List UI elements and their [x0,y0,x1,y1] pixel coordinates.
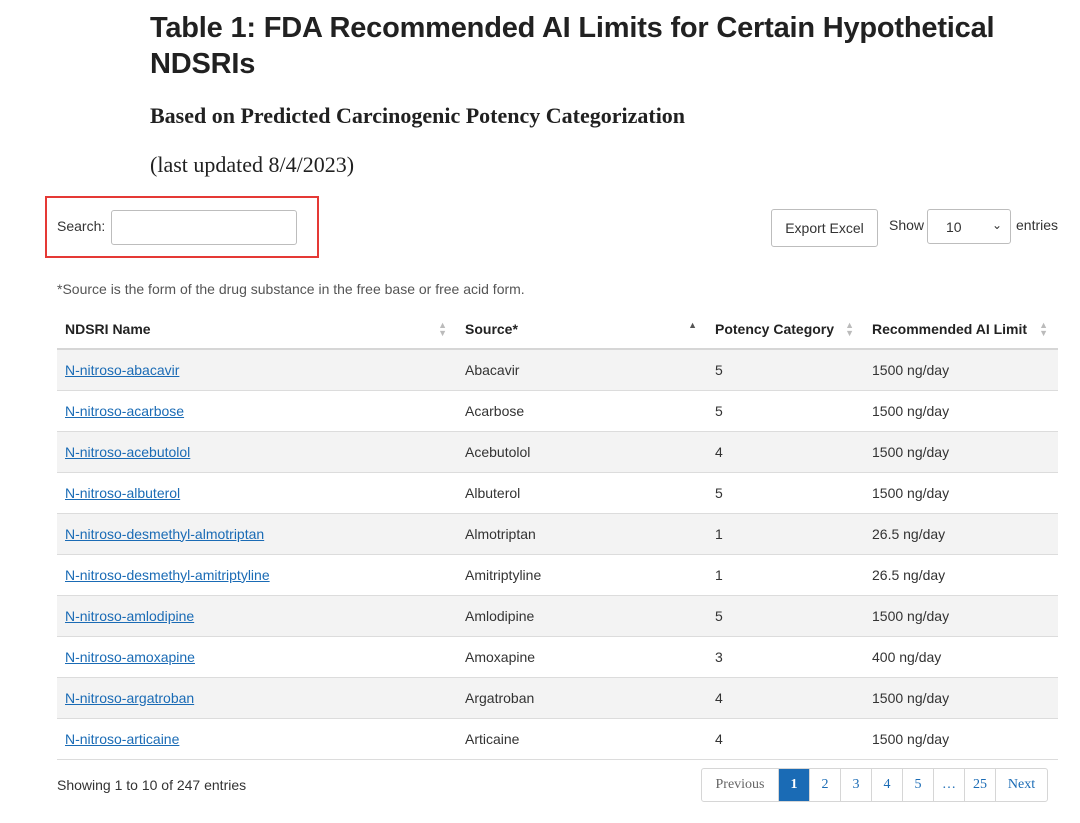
potency-category-cell: 1 [707,513,864,555]
table-body: N-nitroso-abacavir Abacavir 5 1500 ng/day N-… [57,349,1058,760]
potency-category-cell: 4 [707,431,864,473]
pagination-page-3[interactable]: 3 [840,769,871,801]
table-row: N-nitroso-abacavir Abacavir 5 1500 ng/day [57,349,1058,391]
source-cell: Abacavir [457,349,707,391]
source-cell: Amlodipine [457,595,707,637]
ai-limit-cell: 1500 ng/day [864,595,1058,637]
table-row: N-nitroso-acebutolol Acebutolol 4 1500 ng/d… [57,431,1058,473]
table-info: Showing 1 to 10 of 247 entries [57,777,247,793]
ndsri-name-link[interactable]: N-nitroso-articaine [65,731,179,747]
ai-limit-cell: 1500 ng/day [864,677,1058,719]
ndsri-name-cell: N-nitroso-articaine [57,718,457,760]
pagination-page-5[interactable]: 5 [902,769,933,801]
table-row: N-nitroso-albuterol Albuterol 5 1500 ng/day [57,472,1058,514]
table-row: N-nitroso-argatroban Argatroban 4 1500 ng/d… [57,677,1058,719]
export-excel-button[interactable]: Export Excel [771,209,878,247]
ndsri-name-cell: N-nitroso-albuterol [57,472,457,514]
ai-limit-cell: 1500 ng/day [864,390,1058,432]
table-row: N-nitroso-desmethyl-almotriptan Almotript… [57,513,1058,555]
sort-arrows-icon: ▲ ▼ [845,320,854,338]
ndsri-name-link[interactable]: N-nitroso-desmethyl-almotriptan [65,526,264,542]
source-cell: Amitriptyline [457,554,707,596]
ndsri-name-cell: N-nitroso-abacavir [57,349,457,391]
source-cell: Albuterol [457,472,707,514]
entries-per-page-select[interactable]: 10 ⌄ [927,209,1011,244]
sort-arrows-icon: ▲ ▼ [1039,320,1048,338]
ndsri-name-link[interactable]: N-nitroso-argatroban [65,690,194,706]
entries-label: entries [1016,217,1059,233]
table-row: N-nitroso-amlodipine Amlodipine 5 1500 ng/d… [57,595,1058,637]
table-row: N-nitroso-amoxapine Amoxapine 3 400 ng/day [57,636,1058,678]
pagination-ellipsis: … [933,769,964,801]
ai-limit-cell: 26.5 ng/day [864,513,1058,555]
ndsri-name-cell: N-nitroso-acebutolol [57,431,457,473]
sort-arrows-icon: ▲ [688,320,697,330]
ndsri-name-link[interactable]: N-nitroso-desmethyl-amitriptyline [65,567,270,583]
source-note: *Source is the form of the drug substanc… [57,281,525,297]
potency-category-cell: 5 [707,390,864,432]
ai-limit-cell: 1500 ng/day [864,349,1058,391]
potency-category-cell: 4 [707,677,864,719]
entries-per-page-value: 10 [946,219,962,235]
table-row: N-nitroso-acarbose Acarbose 5 1500 ng/day [57,390,1058,432]
table-row: N-nitroso-desmethyl-amitriptyline Amitrip… [57,554,1058,596]
column-header[interactable]: NDSRI Name ▲ ▼ [57,309,457,350]
ai-limit-cell: 1500 ng/day [864,472,1058,514]
column-header[interactable]: Source* ▲ [457,309,707,350]
ai-limit-cell: 400 ng/day [864,636,1058,678]
ai-limit-cell: 1500 ng/day [864,431,1058,473]
ndsri-table: NDSRI Name ▲ ▼ Source* ▲ Potency Category ▲ ▼ Re… [57,309,1058,760]
source-cell: Amoxapine [457,636,707,678]
pagination-previous-button[interactable]: Previous [702,769,778,801]
source-cell: Acarbose [457,390,707,432]
column-header-label: Potency Category [715,320,835,337]
column-header-label: NDSRI Name [65,320,151,337]
ndsri-name-cell: N-nitroso-desmethyl-almotriptan [57,513,457,555]
potency-category-cell: 1 [707,554,864,596]
potency-category-cell: 5 [707,472,864,514]
pagination: Previous 1 2 3 4 5… 25 Next [701,768,1048,802]
ndsri-name-link[interactable]: N-nitroso-acebutolol [65,444,190,460]
potency-category-cell: 3 [707,636,864,678]
chevron-down-icon: ⌄ [991,218,1002,232]
pagination-page-1[interactable]: 1 [778,769,809,801]
page-title: Table 1: FDA Recommended AI Limits for C… [150,12,995,80]
ndsri-name-link[interactable]: N-nitroso-amlodipine [65,608,194,624]
table-row: N-nitroso-articaine Articaine 4 1500 ng/day [57,718,1058,760]
column-header[interactable]: Potency Category ▲ ▼ [707,309,864,350]
ndsri-name-cell: N-nitroso-amoxapine [57,636,457,678]
source-cell: Articaine [457,718,707,760]
potency-category-cell: 5 [707,595,864,637]
potency-category-cell: 5 [707,349,864,391]
ndsri-name-cell: N-nitroso-argatroban [57,677,457,719]
column-header-label: Recommended AI Limit [872,320,1028,337]
page-subtitle: Based on Predicted Carcinogenic Potency … [150,103,686,128]
show-label: Show [889,217,925,233]
search-input[interactable] [111,210,297,245]
ndsri-name-cell: N-nitroso-amlodipine [57,595,457,637]
pagination-page-25[interactable]: 25 [964,769,995,801]
column-header[interactable]: Recommended AI Limit ▲ ▼ [864,309,1058,350]
ndsri-name-link[interactable]: N-nitroso-albuterol [65,485,180,501]
column-header-label: Source* [465,320,518,337]
table-header-row: NDSRI Name ▲ ▼ Source* ▲ Potency Category ▲ ▼ Re… [57,309,1058,350]
source-cell: Almotriptan [457,513,707,555]
ai-limit-cell: 26.5 ng/day [864,554,1058,596]
ndsri-name-link[interactable]: N-nitroso-abacavir [65,362,179,378]
potency-category-cell: 4 [707,718,864,760]
source-cell: Argatroban [457,677,707,719]
last-updated-text: (last updated 8/4/2023) [150,152,355,177]
search-label: Search: [57,218,106,234]
ndsri-name-cell: N-nitroso-desmethyl-amitriptyline [57,554,457,596]
pagination-page-4[interactable]: 4 [871,769,902,801]
pagination-next-button[interactable]: Next [995,769,1047,801]
ndsri-name-cell: N-nitroso-acarbose [57,390,457,432]
sort-arrows-icon: ▲ ▼ [438,320,447,338]
ndsri-name-link[interactable]: N-nitroso-acarbose [65,403,184,419]
ndsri-name-link[interactable]: N-nitroso-amoxapine [65,649,195,665]
pagination-page-2[interactable]: 2 [809,769,840,801]
source-cell: Acebutolol [457,431,707,473]
ai-limit-cell: 1500 ng/day [864,718,1058,760]
